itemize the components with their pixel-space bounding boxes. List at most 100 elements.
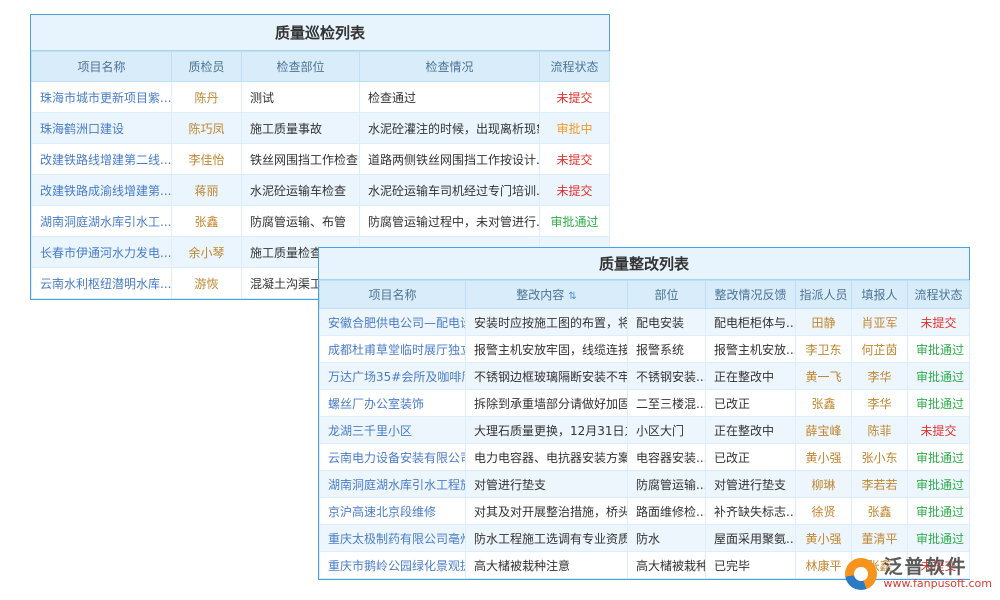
workflow-status: 未提交	[540, 144, 610, 175]
person-name: 李若若	[852, 471, 908, 498]
project-name-link[interactable]: 改建铁路线增建第二线...	[32, 144, 172, 175]
person-name: 张鑫	[796, 390, 852, 417]
person-name: 黄一飞	[796, 363, 852, 390]
person-name: 董清平	[852, 525, 908, 552]
column-header-5: 指派人员	[796, 281, 852, 309]
rectification-table-title: 质量整改列表	[319, 248, 969, 280]
table-row[interactable]: 重庆太极制药有限公司亳州中...防水工程施工选调有专业资质...防水屋面采用聚氨…	[320, 525, 970, 552]
cell-text: 报警主机安放牢固，线缆连接...	[466, 336, 628, 363]
rectification-table: 质量整改列表 项目名称整改内容⇅部位整改情况反馈指派人员填报人 流程状态 安徽合肥…	[318, 247, 970, 580]
project-name-link[interactable]: 重庆太极制药有限公司亳州中...	[320, 525, 466, 552]
cell-text: 二至三楼混...	[628, 390, 706, 417]
table-row[interactable]: 成都杜甫草堂临时展厅独立展...报警主机安放牢固，线缆连接...报警系统报警主机…	[320, 336, 970, 363]
project-name-link[interactable]: 长春市伊通河水力发电...	[32, 237, 172, 268]
column-header-3: 检查部位	[242, 52, 360, 82]
project-name-link[interactable]: 湖南洞庭湖水库引水工程施工...	[320, 471, 466, 498]
fanpu-logo-text: 泛普软件 www.fanpusoft.com	[884, 557, 992, 590]
table-row[interactable]: 珠海市城市更新项目紫...陈丹测试检查通过未提交	[32, 82, 610, 113]
column-label: 检查情况	[425, 60, 473, 74]
person-name: 田静	[796, 309, 852, 336]
table-row[interactable]: 万达广场35#会所及咖啡厅空...不锈钢边框玻璃隔断安装不牢...不锈钢安装..…	[320, 363, 970, 390]
sort-icon[interactable]: ⇅	[568, 291, 576, 302]
cell-text: 水泥砼运输车司机经过专门培训...	[360, 175, 540, 206]
person-name: 余小琴	[172, 237, 242, 268]
column-label: 质检员	[188, 60, 224, 74]
workflow-status: 未提交	[540, 82, 610, 113]
project-name-link[interactable]: 京沪高速北京段维修	[320, 498, 466, 525]
workflow-status: 未提交	[908, 309, 970, 336]
cell-text: 大理石质量更换，12月31日之...	[466, 417, 628, 444]
cell-text: 小区大门	[628, 417, 706, 444]
cell-text: 不锈钢安装...	[628, 363, 706, 390]
workflow-status: 审批通过	[908, 525, 970, 552]
person-name: 张鑫	[172, 206, 242, 237]
cell-text: 配电安装	[628, 309, 706, 336]
inspection-header-row: 项目名称 质检员 检查部位 检查情况 流程状态	[32, 52, 610, 82]
table-row[interactable]: 云南电力设备安装有限公司20...电力电容器、电抗器安装方案,...电容器安装.…	[320, 444, 970, 471]
project-name-link[interactable]: 万达广场35#会所及咖啡厅空...	[320, 363, 466, 390]
project-name-link[interactable]: 珠海市城市更新项目紫...	[32, 82, 172, 113]
workflow-status: 审批通过	[908, 444, 970, 471]
cell-text: 防腐管运输、布管	[242, 206, 360, 237]
column-label: 填报人	[861, 288, 897, 302]
cell-text: 报警主机安放...	[706, 336, 796, 363]
column-header-1: 项目名称	[32, 52, 172, 82]
table-row[interactable]: 湖南洞庭湖水库引水工程施工...对管进行垫支防腐管运输...对管进行垫支柳琳李若…	[320, 471, 970, 498]
cell-text: 已改正	[706, 444, 796, 471]
column-label: 整改情况反馈	[714, 288, 786, 302]
column-header-2: 质检员	[172, 52, 242, 82]
project-name-link[interactable]: 螺丝厂办公室装饰	[320, 390, 466, 417]
table-row[interactable]: 湖南洞庭湖水库引水工...张鑫防腐管运输、布管防腐管运输过程中，未对管进行...…	[32, 206, 610, 237]
cell-text: 防水	[628, 525, 706, 552]
column-header-3: 部位	[628, 281, 706, 309]
rectification-table-grid: 项目名称整改内容⇅部位整改情况反馈指派人员填报人 流程状态 安徽合肥供电公司—配电…	[319, 280, 970, 579]
workflow-status: 审批通过	[908, 498, 970, 525]
cell-text: 铁丝网围挡工作检查	[242, 144, 360, 175]
rectification-header-row: 项目名称整改内容⇅部位整改情况反馈指派人员填报人 流程状态	[320, 281, 970, 309]
project-name-link[interactable]: 龙湖三千里小区	[320, 417, 466, 444]
cell-text: 电容器安装...	[628, 444, 706, 471]
column-header-1: 项目名称	[320, 281, 466, 309]
workflow-status: 审批通过	[908, 471, 970, 498]
cell-text: 补齐缺失标志...	[706, 498, 796, 525]
table-row[interactable]: 改建铁路线增建第二线...李佳怡铁丝网围挡工作检查道路两侧铁丝网围挡工作按设计.…	[32, 144, 610, 175]
column-header-4: 检查情况	[360, 52, 540, 82]
table-row[interactable]: 安徽合肥供电公司—配电设备...安装时应按施工图的布置，将...配电安装配电柜柜…	[320, 309, 970, 336]
project-name-link[interactable]: 珠海鹤洲口建设	[32, 113, 172, 144]
cell-text: 防腐管运输...	[628, 471, 706, 498]
cell-text: 检查通过	[360, 82, 540, 113]
project-name-link[interactable]: 改建铁路成渝线增建第...	[32, 175, 172, 206]
workflow-status: 审批通过	[908, 336, 970, 363]
workflow-status: 审批通过	[540, 206, 610, 237]
project-name-link[interactable]: 安徽合肥供电公司—配电设备...	[320, 309, 466, 336]
person-name: 李佳怡	[172, 144, 242, 175]
fanpu-logo-icon	[845, 558, 877, 590]
workflow-status: 审批通过	[908, 390, 970, 417]
workflow-status: 未提交	[908, 417, 970, 444]
logo-url: www.fanpusoft.com	[884, 577, 992, 590]
column-label: 流程状态	[914, 288, 962, 302]
person-name: 何芷茵	[852, 336, 908, 363]
column-header-2[interactable]: 整改内容⇅	[466, 281, 628, 309]
project-name-link[interactable]: 云南电力设备安装有限公司20...	[320, 444, 466, 471]
cell-text: 拆除到承重墙部分请做好加固...	[466, 390, 628, 417]
page: 质量巡检列表 项目名称质检员检查部位检查情况流程状态 珠海市城市更新项目紫...…	[0, 0, 1000, 600]
cell-text: 配电柜柜体与...	[706, 309, 796, 336]
table-row[interactable]: 螺丝厂办公室装饰拆除到承重墙部分请做好加固...二至三楼混...已改正张鑫李华审…	[320, 390, 970, 417]
column-label: 检查部位	[276, 60, 324, 74]
column-header-5: 流程状态	[540, 52, 610, 82]
table-row[interactable]: 珠海鹤洲口建设陈巧凤施工质量事故水泥砼灌注的时候，出现离析现象审批中	[32, 113, 610, 144]
table-row[interactable]: 改建铁路成渝线增建第...蒋丽水泥砼运输车检查水泥砼运输车司机经过专门培训...…	[32, 175, 610, 206]
fanpu-logo[interactable]: 泛普软件 www.fanpusoft.com	[845, 557, 992, 590]
person-name: 柳琳	[796, 471, 852, 498]
project-name-link[interactable]: 云南水利枢纽潜明水库...	[32, 268, 172, 299]
cell-text: 施工质量事故	[242, 113, 360, 144]
column-label: 流程状态	[550, 60, 598, 74]
cell-text: 对管进行垫支	[466, 471, 628, 498]
project-name-link[interactable]: 湖南洞庭湖水库引水工...	[32, 206, 172, 237]
project-name-link[interactable]: 成都杜甫草堂临时展厅独立展...	[320, 336, 466, 363]
table-row[interactable]: 龙湖三千里小区大理石质量更换，12月31日之...小区大门正在整改中薛宝峰陈菲未…	[320, 417, 970, 444]
table-row[interactable]: 京沪高速北京段维修对其及对开展整治措施，桥头...路面维修检...补齐缺失标志.…	[320, 498, 970, 525]
project-name-link[interactable]: 重庆市鹅岭公园绿化景观提升...	[320, 552, 466, 579]
column-label: 指派人员	[799, 288, 847, 302]
